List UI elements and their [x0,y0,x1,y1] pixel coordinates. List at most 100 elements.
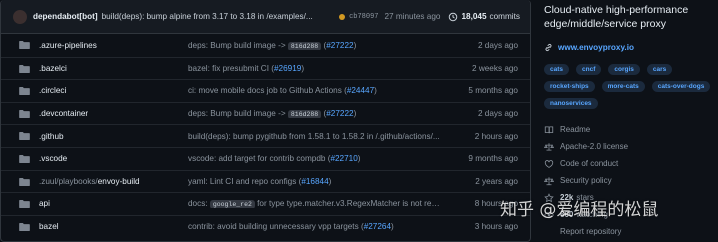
code-of-conduct-label: Code of conduct [560,159,619,168]
file-row[interactable]: api docs: google_re2 for type type.matche… [1,192,530,215]
file-name: api [39,199,50,209]
topic-tag[interactable]: rocket-ships [544,81,595,92]
file-commit-date: 2 years ago [475,176,518,186]
report-label: Report repository [560,227,622,236]
message-text: ) [357,154,361,164]
book-icon [544,125,554,133]
folder-icon [19,64,30,73]
file-commit-date: 2 days ago [477,40,518,50]
file-list: .azure-pipelines deps: Bump build image -… [1,34,530,237]
file-commit-message[interactable]: deps: Bump build image -> 816d288 (#2722… [188,109,357,119]
file-row[interactable]: .bazelci bazel: fix presubmit CI (#26919)… [1,56,530,80]
file-name: .circleci [39,86,67,96]
file-name-link[interactable]: api [39,199,50,208]
pull-request-link[interactable]: #16844 [301,177,328,186]
file-row[interactable]: .circleci ci: move mobile docs job to Git… [1,79,530,102]
commit-time: 27 minutes ago [384,12,441,21]
readme-label: Readme [560,125,591,134]
file-name-link[interactable]: .devcontainer [39,109,88,118]
pull-request-link[interactable]: #27264 [364,222,391,231]
file-name-link[interactable]: bazel [39,222,59,231]
file-commit-date: 9 months ago [468,154,518,164]
pull-request-link[interactable]: #24447 [347,86,374,95]
website-url: www.envoyproxy.io [558,43,634,52]
file-name-link[interactable]: .bazelci [39,64,67,73]
pull-request-link[interactable]: #22710 [330,154,357,163]
file-commit-message[interactable]: build(deps): bump pygithub from 1.58.1 t… [188,132,440,141]
inline-code: 816d288 [287,110,322,119]
security-policy-link[interactable]: Security policy [544,172,718,189]
topic-tag[interactable]: more-cats [601,81,645,92]
message-text: deps: Bump build image -> [188,109,288,119]
readme-link[interactable]: Readme [544,121,718,138]
file-name: .azure-pipelines [39,40,97,50]
heart-icon [544,159,554,168]
folder-icon [19,154,30,163]
file-commit-message[interactable]: bazel: fix presubmit CI (#26919) [188,64,304,73]
file-browser: dependabot[bot] build(deps): bump alpine… [0,0,531,242]
commit-sha[interactable]: cb78097 [349,13,378,21]
topic-tag[interactable]: corgis [608,64,640,75]
license-link[interactable]: Apache-2.0 license [544,138,718,155]
commits-history-link[interactable]: 18,045 commits [448,12,520,22]
file-name-link[interactable]: .azure-pipelines [39,41,97,50]
report-repository-link[interactable]: Report repository [544,223,718,240]
file-commit-message[interactable]: contrib: avoid building unnecessary vpp … [188,222,394,231]
topic-tag[interactable]: cats [544,64,570,75]
message-text: vscode: add target for contrib compdb ( [188,154,331,164]
topic-tag[interactable]: cars [646,64,673,75]
file-commit-message[interactable]: ci: move mobile docs job to Github Actio… [188,86,377,95]
message-text: docs: [188,199,210,209]
file-commit-message[interactable]: docs: google_re2 for type type.matcher.v… [188,199,444,209]
message-text: yaml: Lint CI and repo configs ( [188,176,302,186]
website-link[interactable]: www.envoyproxy.io [544,43,718,52]
latest-commit-bar: dependabot[bot] build(deps): bump alpine… [1,0,530,34]
law-icon [544,142,554,150]
file-row[interactable]: .vscode vscode: add target for contrib co… [1,146,530,170]
folder-icon [19,200,30,209]
commit-count: 18,045 [461,12,487,21]
file-name-link[interactable]: .zuul/playbooks/envoy-build [39,177,140,186]
file-name-link[interactable]: .vscode [39,154,67,163]
folder-icon [19,177,30,186]
pull-request-link[interactable]: #26919 [274,64,301,73]
author-avatar[interactable] [13,9,27,24]
message-text: deps: Bump build image -> [188,40,288,50]
code-of-conduct-link[interactable]: Code of conduct [544,155,718,172]
commit-author[interactable]: dependabot[bot] [33,12,98,21]
file-row[interactable]: .zuul/playbooks/envoy-build yaml: Lint CI… [1,169,530,193]
commit-message[interactable]: build(deps): bump alpine from 3.17 to 3.… [102,12,331,21]
folder-icon [19,87,30,96]
topic-tag[interactable]: cats-over-dogs [651,81,711,92]
history-icon [449,12,458,21]
file-commit-message[interactable]: deps: Bump build image -> 816d288 (#2722… [188,41,356,50]
file-commit-date: 3 hours ago [474,222,518,232]
file-commit-message[interactable]: vscode: add target for contrib compdb (#… [188,154,361,163]
watermark: 知乎 @爱编程的松鼠 [500,200,659,220]
message-text: build(deps): bump pygithub from 1.58.1 t… [188,131,440,141]
file-commit-message[interactable]: yaml: Lint CI and repo configs (#16844) [188,177,331,186]
topic-list: cats cncf corgis cars rocket-ships more-cats c… [544,64,718,109]
file-row[interactable]: .devcontainer deps: Bump build image -> 8… [1,101,530,125]
pending-status-icon[interactable] [339,13,346,20]
message-text: ) [301,63,305,73]
file-row[interactable]: bazel contrib: avoid building unnecessary… [1,214,530,238]
file-commit-date: 5 months ago [468,86,518,96]
file-commit-date: 2 hours ago [474,131,518,141]
file-row[interactable]: .azure-pipelines deps: Bump build image -… [1,34,530,57]
message-text: ) [353,109,357,119]
topic-tag[interactable]: nanoservices [544,98,598,109]
pull-request-link[interactable]: #27222 [326,41,353,50]
folder-icon [19,41,30,49]
commits-label: commits [489,12,520,21]
file-name-link[interactable]: .github [39,132,64,141]
file-commit-date: 2 weeks ago [472,63,518,73]
file-name-link[interactable]: .circleci [39,86,66,95]
repo-meta-list: Readme Apache-2.0 license Code of conduc… [544,121,718,240]
message-text: ) [328,176,332,186]
message-text: ) [374,86,377,96]
file-row[interactable]: .github build(deps): bump pygithub from 1… [1,124,530,147]
topic-tag[interactable]: cncf [576,64,602,75]
scale-icon [544,176,554,185]
pull-request-link[interactable]: #27222 [326,109,353,118]
